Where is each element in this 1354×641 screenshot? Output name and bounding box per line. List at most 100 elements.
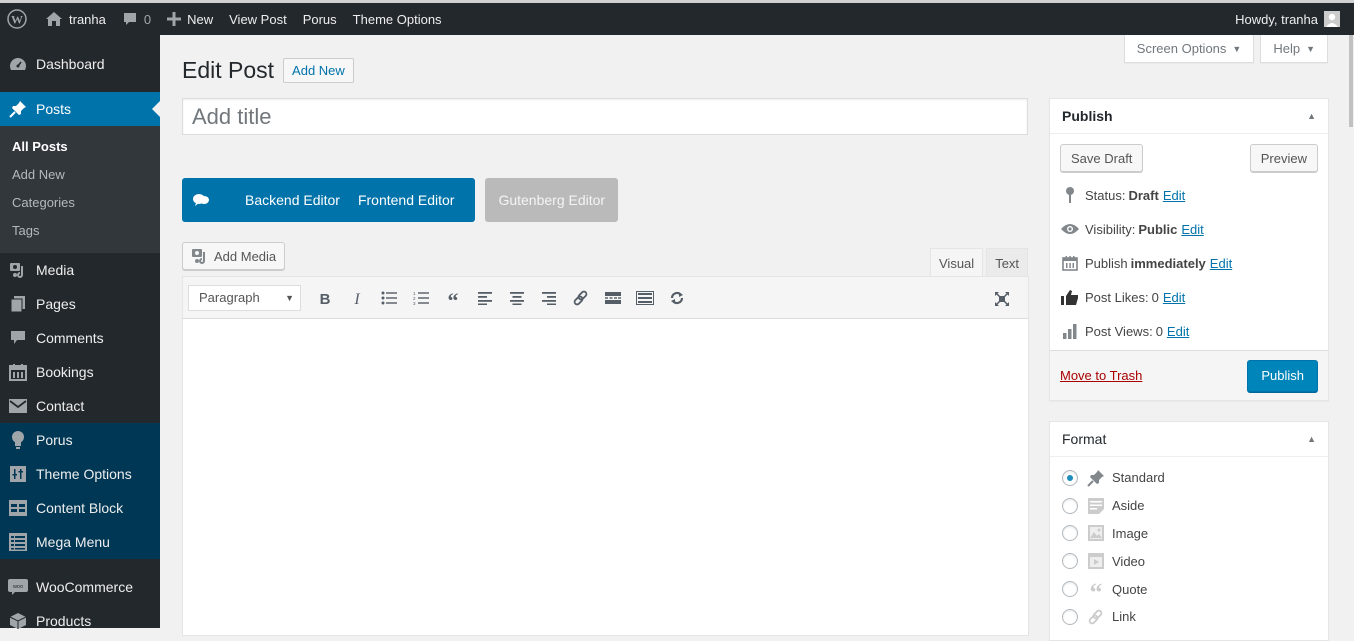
edit-publish-time-link[interactable]: Edit [1210, 256, 1232, 271]
misc-publishing-actions: Status: Draft Edit Visibility: Public Ed… [1050, 172, 1328, 348]
screen-options-button[interactable]: Screen Options ▼ [1123, 35, 1255, 63]
wp-logo-menu[interactable]: W [0, 3, 37, 35]
composer-logo-icon [192, 193, 212, 207]
new-content-link[interactable]: New [159, 3, 221, 35]
publish-heading: Publish [1062, 108, 1113, 124]
sidebar-item-comments[interactable]: Comments [0, 321, 160, 355]
editor-body[interactable] [183, 319, 1028, 635]
gutenberg-editor-button[interactable]: Gutenberg Editor [485, 178, 619, 222]
page-scrollbar[interactable] [1348, 35, 1354, 628]
submenu-tags[interactable]: Tags [0, 217, 160, 245]
edit-views-link[interactable]: Edit [1167, 324, 1189, 339]
expand-icon [995, 292, 1009, 306]
tab-text[interactable]: Text [986, 248, 1029, 277]
format-option-standard[interactable]: Standard [1062, 464, 1316, 492]
toolbar-toggle-button[interactable] [629, 284, 661, 312]
edit-visibility-link[interactable]: Edit [1181, 222, 1203, 237]
post-likes-value: 0 [1151, 289, 1159, 305]
sidebar-item-dashboard[interactable]: Dashboard [0, 47, 160, 81]
numbered-list-button[interactable]: 123 [405, 284, 437, 312]
radio-video[interactable] [1062, 553, 1078, 570]
radio-aside[interactable] [1062, 497, 1078, 514]
sidebar-item-posts[interactable]: Posts [0, 92, 160, 126]
caret-down-icon: ▼ [1232, 43, 1242, 54]
sidebar-item-porus[interactable]: Porus [0, 423, 160, 457]
submenu-categories[interactable]: Categories [0, 189, 160, 217]
edit-status-link[interactable]: Edit [1163, 188, 1185, 203]
format-option-aside[interactable]: Aside [1062, 492, 1316, 520]
help-button[interactable]: Help ▼ [1260, 35, 1328, 63]
align-center-button[interactable] [501, 284, 533, 312]
sidebar-item-theme-options[interactable]: Theme Options [0, 457, 160, 491]
fullscreen-button[interactable] [986, 285, 1018, 313]
format-label: Video [1112, 553, 1146, 569]
format-option-link[interactable]: Link [1062, 603, 1316, 631]
format-option-quote[interactable]: “ Quote [1062, 575, 1316, 603]
admin-sidebar: Dashboard Posts All Posts Add New Catego… [0, 35, 160, 629]
align-right-button[interactable] [533, 284, 565, 312]
radio-standard[interactable] [1062, 469, 1078, 486]
blockquote-button[interactable]: “ [437, 284, 469, 312]
move-to-trash-link[interactable]: Move to Trash [1060, 368, 1142, 383]
format-option-image[interactable]: Image [1062, 520, 1316, 548]
save-draft-button[interactable]: Save Draft [1060, 144, 1144, 172]
publish-button[interactable]: Publish [1247, 359, 1318, 392]
scrollbar-thumb[interactable] [1349, 35, 1353, 127]
sidebar-item-content-block[interactable]: Content Block [0, 491, 160, 525]
format-label: Aside [1112, 498, 1145, 514]
sidebar-item-products[interactable]: Products [0, 604, 160, 638]
radio-link[interactable] [1062, 608, 1078, 625]
submenu-add-new[interactable]: Add New [0, 161, 160, 189]
sidebar-item-mega-menu[interactable]: Mega Menu [0, 525, 160, 559]
post-content-editor[interactable]: Paragraph ▼ B I 123 “ [182, 276, 1029, 636]
link-button[interactable] [565, 284, 597, 312]
radio-image[interactable] [1062, 525, 1078, 542]
box-icon [8, 611, 28, 631]
read-more-button[interactable] [597, 284, 629, 312]
preview-button[interactable]: Preview [1249, 144, 1318, 172]
collapse-toggle-icon[interactable]: ▲ [1307, 434, 1316, 444]
sidebar-item-pages[interactable]: Pages [0, 287, 160, 321]
frontend-editor-button[interactable]: Frontend Editor [349, 178, 464, 222]
align-center-icon [510, 291, 524, 305]
add-new-button[interactable]: Add New [283, 58, 354, 83]
publish-box-header[interactable]: Publish ▲ [1050, 99, 1328, 134]
table-icon [8, 498, 28, 518]
format-label: Quote [1112, 581, 1148, 597]
eye-icon [1060, 223, 1080, 235]
posts-submenu: All Posts Add New Categories Tags [0, 126, 160, 253]
site-name: tranha [69, 11, 106, 27]
view-post-link[interactable]: View Post [221, 3, 295, 35]
backend-editor-button[interactable]: Backend Editor [236, 178, 349, 222]
comment-icon [8, 328, 28, 348]
format-option-video[interactable]: Video [1062, 547, 1316, 575]
theme-options-link[interactable]: Theme Options [345, 3, 450, 35]
collapse-toggle-icon[interactable]: ▲ [1307, 111, 1316, 121]
sidebar-item-media[interactable]: Media [0, 253, 160, 287]
italic-button[interactable]: I [341, 284, 373, 312]
porus-link[interactable]: Porus [295, 3, 345, 35]
bold-button[interactable]: B [309, 284, 341, 312]
post-title-input[interactable] [182, 98, 1028, 135]
comments-link[interactable]: 0 [114, 3, 159, 35]
sidebar-item-bookings[interactable]: Bookings [0, 355, 160, 389]
refresh-button[interactable] [661, 284, 693, 312]
submenu-all-posts[interactable]: All Posts [0, 133, 160, 161]
sidebar-item-contact[interactable]: Contact [0, 389, 160, 423]
sidebar-item-woocommerce[interactable]: woo WooCommerce [0, 570, 160, 604]
radio-quote[interactable] [1062, 581, 1078, 598]
comment-icon [122, 11, 138, 27]
bar-chart-icon [1060, 323, 1080, 339]
site-name-link[interactable]: tranha [37, 3, 114, 35]
publish-box: Publish ▲ Save Draft Preview Status: Dra… [1049, 98, 1329, 401]
format-box-header[interactable]: Format ▲ [1050, 422, 1328, 457]
tab-visual[interactable]: Visual [930, 248, 984, 277]
my-account[interactable]: Howdy, tranha [1235, 11, 1354, 27]
edit-likes-link[interactable]: Edit [1163, 290, 1185, 305]
format-select[interactable]: Paragraph ▼ [188, 284, 301, 311]
align-left-button[interactable] [469, 284, 501, 312]
svg-text:“: “ [448, 291, 459, 305]
svg-text:woo: woo [12, 584, 23, 590]
add-media-button[interactable]: Add Media [182, 242, 286, 270]
bulleted-list-button[interactable] [373, 284, 405, 312]
